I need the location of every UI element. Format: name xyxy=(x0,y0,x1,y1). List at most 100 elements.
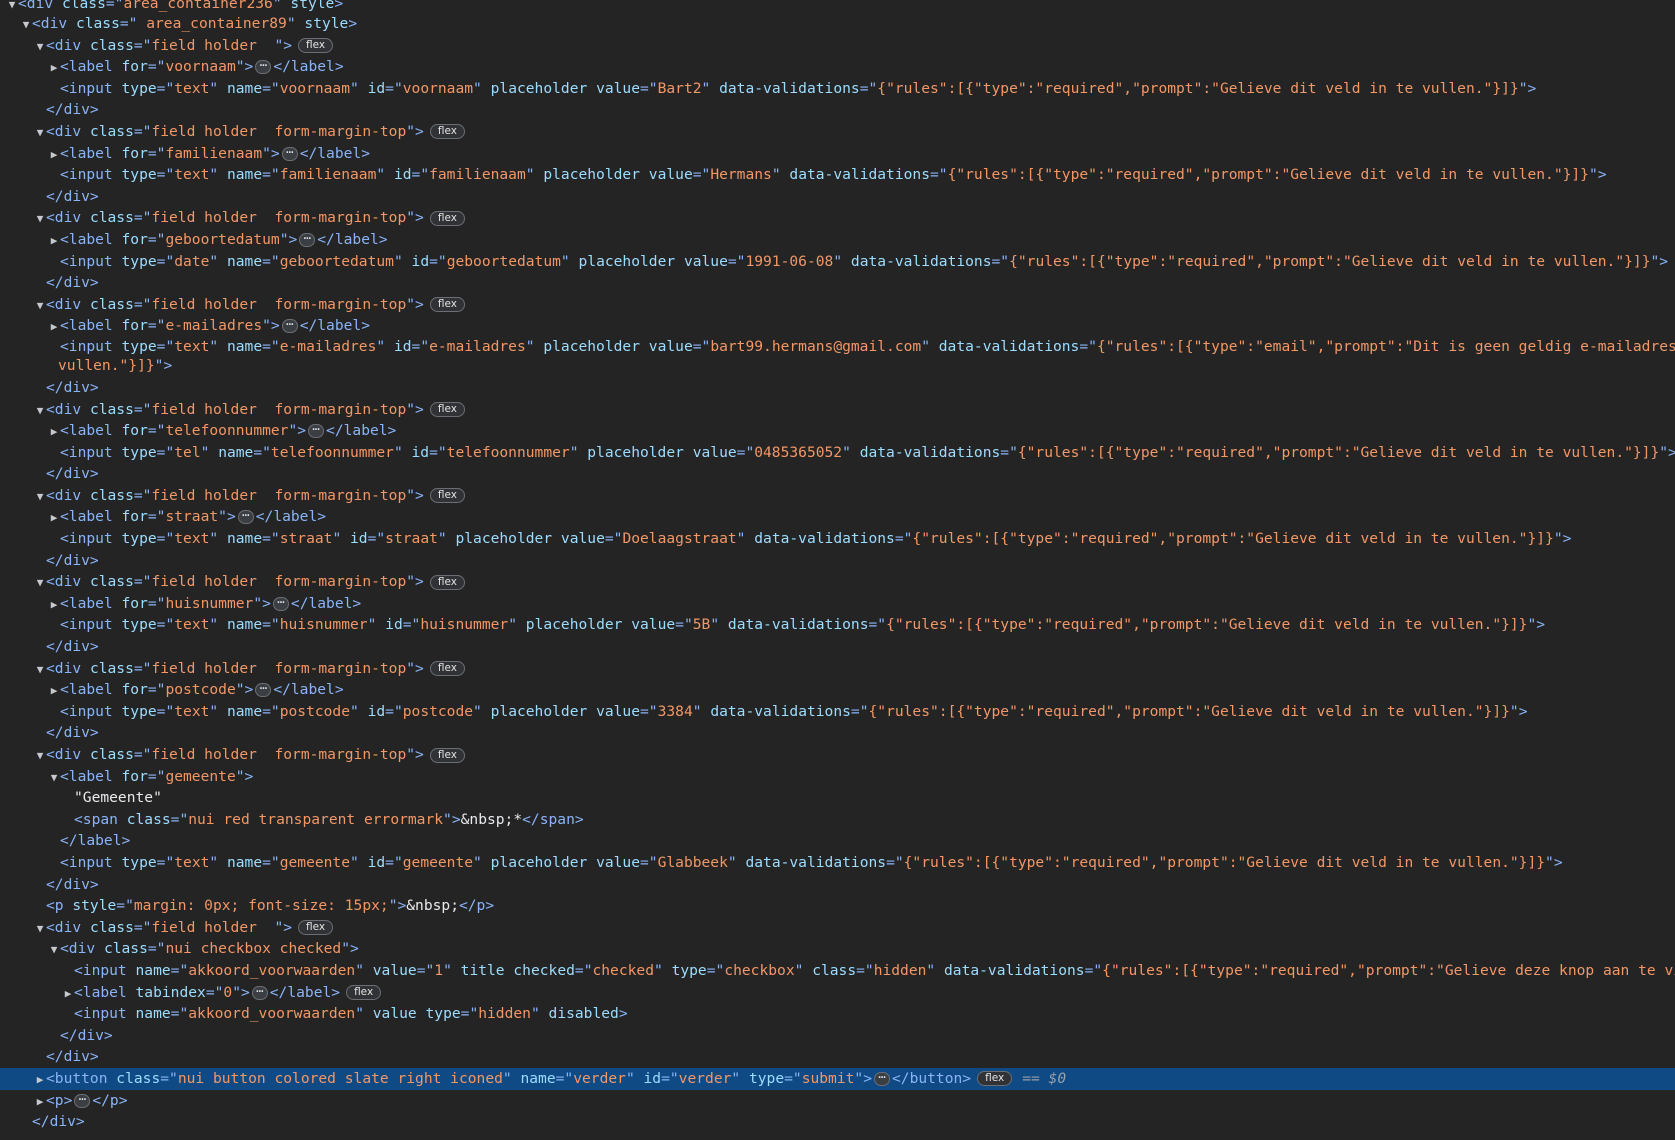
attr-value[interactable]: familienaam xyxy=(165,145,262,162)
attr-value[interactable]: geboortedatum xyxy=(447,253,561,270)
attr-value[interactable]: checked xyxy=(592,962,654,979)
dom-node-row[interactable]: </div> xyxy=(0,550,1675,572)
attr-value[interactable]: hidden xyxy=(874,962,927,979)
attr-value[interactable]: e-mailadres xyxy=(280,338,377,355)
dom-node-row[interactable]: </div> xyxy=(0,1025,1675,1047)
expand-triangle-down-icon[interactable]: ▼ xyxy=(20,14,32,35)
expand-ellipsis-button[interactable]: ⋯ xyxy=(281,318,298,334)
expand-triangle-right-icon[interactable]: ▶ xyxy=(48,594,60,615)
text-node[interactable]: &nbsp;* xyxy=(461,811,523,828)
expand-triangle-right-icon[interactable]: ▶ xyxy=(48,316,60,337)
expand-ellipsis-button[interactable]: ⋯ xyxy=(299,232,316,247)
dom-node-row[interactable]: ▶ <label for="e-mailadres"> ⋯ </label> xyxy=(0,315,1675,337)
dom-node-row[interactable]: ▼ <div class="field holder "> flex xyxy=(0,917,1675,939)
attr-name[interactable]: name xyxy=(227,616,262,633)
attr-value[interactable]: huisnummer xyxy=(165,595,253,612)
attr-value[interactable]: 5B xyxy=(693,616,711,633)
attr-value[interactable]: submit xyxy=(802,1070,855,1087)
attr-name[interactable]: class xyxy=(90,296,134,313)
attr-name[interactable]: name xyxy=(227,80,262,97)
expand-triangle-down-icon[interactable]: ▼ xyxy=(34,745,46,766)
attr-name[interactable]: for xyxy=(122,317,148,334)
attr-value[interactable]: text xyxy=(174,530,209,547)
attr-value[interactable]: akkoord_voorwaarden xyxy=(188,962,355,979)
attr-value[interactable]: vullen."}]} xyxy=(58,357,155,374)
dom-node-row[interactable]: <p style="margin: 0px; font-size: 15px;"… xyxy=(0,895,1675,917)
attr-name[interactable]: for xyxy=(122,768,148,785)
dom-node-row[interactable]: <input type="text" name="familienaam" id… xyxy=(0,164,1675,186)
attr-name[interactable]: for xyxy=(122,58,148,75)
attr-value[interactable]: field holder form-margin-top xyxy=(151,487,406,504)
attr-name[interactable]: class xyxy=(90,37,134,54)
dom-node-row[interactable]: ▶ <label for="postcode"> ⋯ </label> xyxy=(0,679,1675,701)
dom-node-row[interactable]: </label> xyxy=(0,830,1675,852)
dom-node-row[interactable]: ▼ <div class="field holder form-margin-to… xyxy=(0,294,1675,316)
attr-value[interactable]: {"rules":[{"type":"required","prompt":"G… xyxy=(948,166,1589,183)
attr-name[interactable]: value xyxy=(649,338,693,355)
expand-ellipsis-button[interactable]: ⋯ xyxy=(251,985,268,1000)
attr-name[interactable]: name xyxy=(218,444,253,461)
attr-value[interactable]: verder xyxy=(573,1070,626,1087)
dom-node-row[interactable]: </div> xyxy=(0,99,1675,121)
attr-value[interactable]: text xyxy=(174,703,209,720)
expand-triangle-right-icon[interactable]: ▶ xyxy=(34,1069,46,1090)
attr-value[interactable]: Hermans xyxy=(710,166,772,183)
expand-triangle-down-icon[interactable]: ▼ xyxy=(34,36,46,57)
attr-value[interactable]: margin: 0px; font-size: 15px; xyxy=(134,897,389,914)
dom-node-row[interactable]: ▶ <p> ⋯ </p> xyxy=(0,1090,1675,1112)
attr-name[interactable]: class xyxy=(90,209,134,226)
dom-node-row[interactable]: ▼ <div class="field holder form-margin-to… xyxy=(0,207,1675,229)
attr-name[interactable]: class xyxy=(90,919,134,936)
attr-value[interactable]: telefoonnummer xyxy=(271,444,394,461)
attr-name[interactable]: for xyxy=(122,595,148,612)
dom-node-row[interactable]: ▼ <div class="field holder form-margin-to… xyxy=(0,121,1675,143)
expand-triangle-right-icon[interactable]: ▶ xyxy=(48,680,60,701)
attr-value[interactable]: nui red transparent errormark xyxy=(188,811,443,828)
attr-name[interactable]: placeholder xyxy=(587,444,684,461)
attr-name[interactable]: type xyxy=(122,80,157,97)
attr-name[interactable]: type xyxy=(122,253,157,270)
attr-value[interactable]: telefoonnummer xyxy=(447,444,570,461)
dom-node-row[interactable]: <input type="text" name="straat" id="str… xyxy=(0,528,1675,550)
attr-name[interactable]: value xyxy=(693,444,737,461)
dom-node-row[interactable]: ▶ <label tabindex="0"> ⋯ </label> flex xyxy=(0,982,1675,1004)
attr-value[interactable]: field holder form-margin-top xyxy=(151,746,406,763)
attr-name[interactable]: name xyxy=(227,253,262,270)
attr-name[interactable]: id xyxy=(412,444,430,461)
attr-value[interactable]: tel xyxy=(174,444,200,461)
attr-name[interactable]: placeholder xyxy=(491,854,588,871)
expand-triangle-down-icon[interactable]: ▼ xyxy=(34,918,46,939)
attr-value[interactable]: field holder form-margin-top xyxy=(151,296,406,313)
attr-value[interactable]: e-mailadres xyxy=(429,338,526,355)
attr-value[interactable]: Glabbeek xyxy=(658,854,728,871)
attr-name[interactable]: title xyxy=(461,962,505,979)
attr-value[interactable]: 0485365052 xyxy=(754,444,842,461)
flex-badge[interactable]: flex xyxy=(429,297,465,313)
attr-value[interactable]: familienaam xyxy=(429,166,526,183)
flex-badge[interactable]: flex xyxy=(346,985,382,1001)
dom-node-row[interactable]: </div> xyxy=(0,1111,1675,1133)
dom-node-row[interactable]: <input type="date" name="geboortedatum" … xyxy=(0,251,1675,273)
attr-name[interactable]: tabindex xyxy=(136,984,206,1001)
attr-value[interactable]: Doelaagstraat xyxy=(622,530,736,547)
dom-node-row[interactable]: </div> xyxy=(0,377,1675,399)
attr-value[interactable]: field holder form-margin-top xyxy=(151,209,406,226)
dom-node-row[interactable]: <input type="text" name="gemeente" id="g… xyxy=(0,852,1675,874)
attr-name[interactable]: name xyxy=(227,854,262,871)
text-node[interactable]: &nbsp; xyxy=(406,897,459,914)
expand-triangle-down-icon[interactable]: ▼ xyxy=(34,486,46,507)
attr-value[interactable]: 0 xyxy=(223,984,232,1001)
attr-name[interactable]: data-validations xyxy=(789,166,930,183)
dom-node-row[interactable]: ▶ <label for="geboortedatum"> ⋯ </label> xyxy=(0,229,1675,251)
attr-value[interactable]: field holder form-margin-top xyxy=(151,573,406,590)
expand-triangle-down-icon[interactable]: ▼ xyxy=(34,295,46,316)
attr-name[interactable]: name xyxy=(136,962,171,979)
flex-badge[interactable]: flex xyxy=(429,488,465,504)
expand-triangle-down-icon[interactable]: ▼ xyxy=(34,122,46,143)
dom-node-row[interactable]: </div> xyxy=(0,463,1675,485)
dom-node-row[interactable]: </div> xyxy=(0,186,1675,208)
attr-value[interactable]: {"rules":[{"type":"required","prompt":"G… xyxy=(1018,444,1659,461)
expand-ellipsis-button[interactable]: ⋯ xyxy=(255,682,272,698)
expand-triangle-right-icon[interactable]: ▶ xyxy=(48,421,60,442)
attr-name[interactable]: style xyxy=(72,897,116,914)
